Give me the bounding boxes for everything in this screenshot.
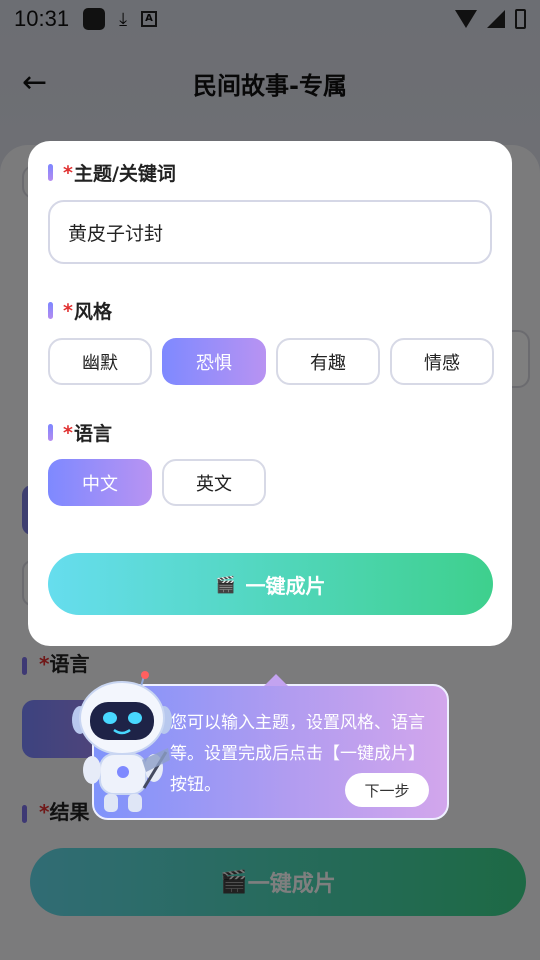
style-label: * 风格 [48, 297, 112, 324]
language-label: * 语言 [48, 419, 112, 446]
style-option-emotion[interactable]: 情感 [390, 338, 494, 385]
label-bar [48, 424, 53, 441]
create-video-button[interactable]: 🎬 一键成片 [48, 553, 493, 615]
settings-panel: * 主题/关键词 * 风格 幽默 恐惧 有趣 情感 * 语言 中文 英文 🎬 一… [28, 141, 512, 646]
clapperboard-icon: 🎬 [215, 574, 236, 594]
next-step-button[interactable]: 下一步 [345, 773, 429, 807]
robot-mascot-icon [72, 671, 172, 812]
style-option-fun[interactable]: 有趣 [276, 338, 380, 385]
language-option-english[interactable]: 英文 [162, 459, 266, 506]
language-option-chinese[interactable]: 中文 [48, 459, 152, 506]
tooltip-arrow [264, 674, 288, 686]
topic-label: * 主题/关键词 [48, 159, 176, 186]
topic-input[interactable] [48, 200, 492, 264]
style-option-fear[interactable]: 恐惧 [162, 338, 266, 385]
required-star: * [63, 299, 73, 322]
required-star: * [63, 421, 73, 444]
style-option-humor[interactable]: 幽默 [48, 338, 152, 385]
label-bar [48, 164, 53, 181]
required-star: * [63, 161, 73, 184]
label-bar [48, 302, 53, 319]
